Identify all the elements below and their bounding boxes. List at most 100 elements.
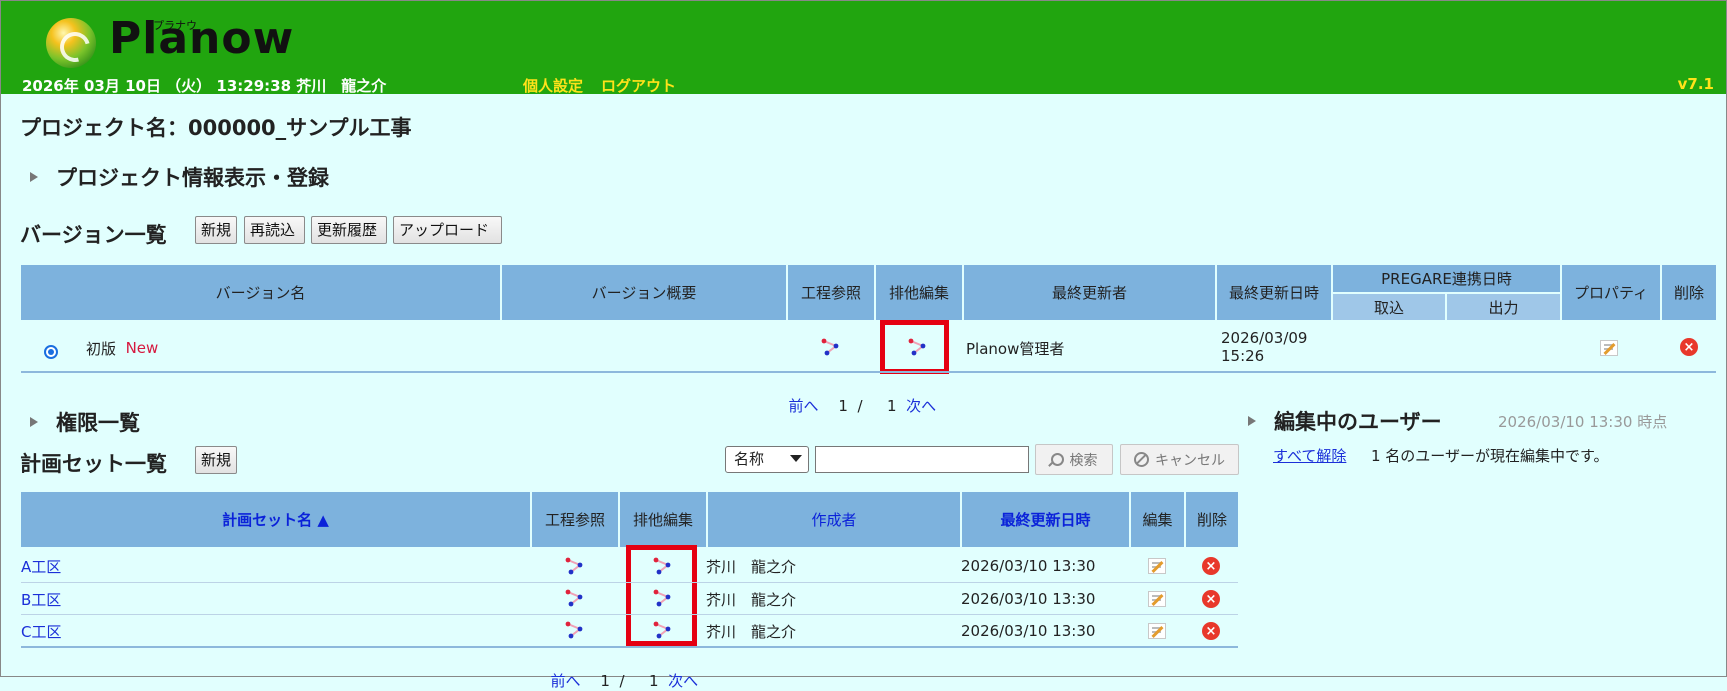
- col-delete: 削除: [1662, 265, 1716, 320]
- version-prev-link[interactable]: 前へ: [789, 397, 819, 415]
- app-header: Planow プラナウ 2026年 03月 10日 （火） 13:29:38 芥…: [1, 1, 1726, 96]
- version-row-name[interactable]: 初版 New: [86, 336, 158, 360]
- planset-edit-icon[interactable]: [1148, 590, 1166, 608]
- project-info-toggle[interactable]: プロジェクト情報表示・登録: [30, 162, 329, 192]
- highlight-box: [626, 545, 697, 646]
- version-page-sep: /: [857, 397, 863, 415]
- editing-users-toggle[interactable]: 編集中のユーザー: [1248, 406, 1442, 436]
- highlight-box: [880, 320, 949, 374]
- version-table-bottom-line: [21, 371, 1716, 373]
- col-planset-updated[interactable]: 最終更新日時: [962, 492, 1129, 547]
- delete-x-icon: ×: [1202, 557, 1220, 575]
- planset-edit-icon[interactable]: [1148, 557, 1166, 575]
- expand-triangle-icon: [1248, 416, 1256, 426]
- planset-process-ref-gantt-icon[interactable]: [564, 555, 586, 577]
- version-process-ref-gantt-icon[interactable]: [820, 335, 842, 359]
- col-process-ref: 工程参照: [788, 265, 874, 320]
- planset-row-name[interactable]: A工区: [21, 556, 61, 576]
- col-planset-exclusive-edit: 排他編集: [620, 492, 706, 547]
- version-updater: Planow管理者: [966, 339, 1065, 358]
- col-planset-process-ref: 工程参照: [532, 492, 618, 547]
- delete-x-icon: ×: [1680, 338, 1698, 356]
- search-field-select[interactable]: 名称: [725, 446, 809, 473]
- new-badge: New: [125, 339, 159, 357]
- logout-link[interactable]: ログアウト: [601, 75, 676, 96]
- editing-users-status: 1 名のユーザーが現在編集中です。: [1371, 446, 1609, 465]
- col-planset-name[interactable]: 計画セット名 ▲: [21, 492, 530, 547]
- versions-heading: バージョン一覧: [20, 223, 167, 247]
- version-upload-button[interactable]: アップロード: [393, 216, 502, 244]
- search-field-value: 名称: [734, 450, 765, 468]
- delete-x-icon: ×: [1202, 622, 1220, 640]
- header-datetime-user: 2026年 03月 10日 （火） 13:29:38 芥川 龍之介: [22, 77, 387, 95]
- search-input[interactable]: [815, 446, 1029, 473]
- row-divider: [21, 582, 1238, 583]
- planset-delete-icon[interactable]: ×: [1202, 622, 1220, 640]
- planset-table-bottom-line: [21, 646, 1238, 648]
- planset-edit-icon[interactable]: [1148, 622, 1166, 640]
- planset-process-ref-gantt-icon[interactable]: [564, 587, 586, 609]
- app-version: v7.1: [1677, 75, 1714, 93]
- version-delete-icon[interactable]: ×: [1680, 337, 1698, 357]
- cancel-button[interactable]: キャンセル: [1120, 444, 1239, 475]
- version-new-button[interactable]: 新規: [195, 216, 237, 244]
- version-updated-time: 15:26: [1221, 346, 1265, 365]
- col-pregare-export: 出力: [1447, 294, 1560, 320]
- planset-new-button[interactable]: 新規: [195, 446, 237, 474]
- cancel-icon: [1134, 452, 1149, 467]
- col-last-updater: 最終更新者: [964, 265, 1215, 320]
- col-version-summary: バージョン概要: [502, 265, 786, 320]
- planset-pager: 前へ 1 / 1 次へ: [541, 652, 699, 691]
- planset-creator: 芥川 龍之介: [706, 622, 797, 641]
- permissions-toggle[interactable]: 権限一覧: [30, 407, 140, 437]
- page-frame: [0, 0, 1727, 677]
- search-icon: [1047, 453, 1064, 467]
- planow-logo-icon: [46, 18, 96, 68]
- version-radio[interactable]: [44, 340, 58, 364]
- planset-creator: 芥川 龍之介: [706, 590, 797, 609]
- edit-icon: [1148, 558, 1166, 574]
- release-all-link[interactable]: すべて解除: [1273, 444, 1346, 466]
- project-info-label: プロジェクト情報表示・登録: [56, 166, 329, 190]
- version-property-edit-icon[interactable]: [1600, 338, 1618, 358]
- col-planset-edit: 編集: [1131, 492, 1184, 547]
- version-page-current: 1: [838, 397, 848, 415]
- edit-icon: [1600, 340, 1618, 356]
- version-reload-button[interactable]: 再読込: [244, 216, 305, 244]
- planset-row-name[interactable]: C工区: [21, 621, 61, 641]
- planset-delete-icon[interactable]: ×: [1202, 590, 1220, 608]
- col-version-name: バージョン名: [21, 265, 500, 320]
- planset-next-link[interactable]: 次へ: [668, 672, 698, 690]
- col-planset-delete: 削除: [1186, 492, 1238, 547]
- col-property: プロパティ: [1562, 265, 1660, 320]
- planset-updated: 2026/03/10 13:30: [961, 622, 1096, 640]
- planset-delete-icon[interactable]: ×: [1202, 557, 1220, 575]
- version-history-button[interactable]: 更新履歴: [311, 216, 387, 244]
- planset-prev-link[interactable]: 前へ: [551, 672, 581, 690]
- project-title: プロジェクト名：000000_サンプル工事: [20, 116, 412, 140]
- planset-page-sep: /: [619, 672, 625, 690]
- editing-users-as-of: 2026/03/10 13:30 時点: [1498, 412, 1668, 431]
- chevron-down-icon: [790, 455, 802, 462]
- app-logo-ruby: プラナウ: [153, 19, 197, 32]
- app-logo-text: Planow: [109, 13, 295, 64]
- planset-updated: 2026/03/10 13:30: [961, 590, 1096, 608]
- version-pager: 前へ 1 / 1 次へ: [779, 377, 937, 416]
- col-last-updated: 最終更新日時: [1217, 265, 1331, 320]
- col-exclusive-edit: 排他編集: [876, 265, 962, 320]
- personal-settings-link[interactable]: 個人設定: [523, 75, 583, 96]
- col-planset-creator[interactable]: 作成者: [708, 492, 960, 547]
- planset-row-name[interactable]: B工区: [21, 589, 61, 609]
- version-next-link[interactable]: 次へ: [906, 397, 936, 415]
- col-pregare-import: 取込: [1333, 294, 1445, 320]
- edit-icon: [1148, 591, 1166, 607]
- row-divider: [21, 614, 1238, 615]
- cancel-button-label: キャンセル: [1155, 452, 1225, 469]
- expand-triangle-icon: [30, 172, 38, 182]
- search-button[interactable]: 検索: [1035, 444, 1113, 475]
- planset-process-ref-gantt-icon[interactable]: [564, 619, 586, 641]
- search-button-label: 検索: [1069, 452, 1098, 469]
- col-pregare: PREGARE連携日時: [1333, 265, 1560, 292]
- version-page-total: 1: [887, 397, 897, 415]
- plansets-heading: 計画セット一覧: [20, 452, 167, 476]
